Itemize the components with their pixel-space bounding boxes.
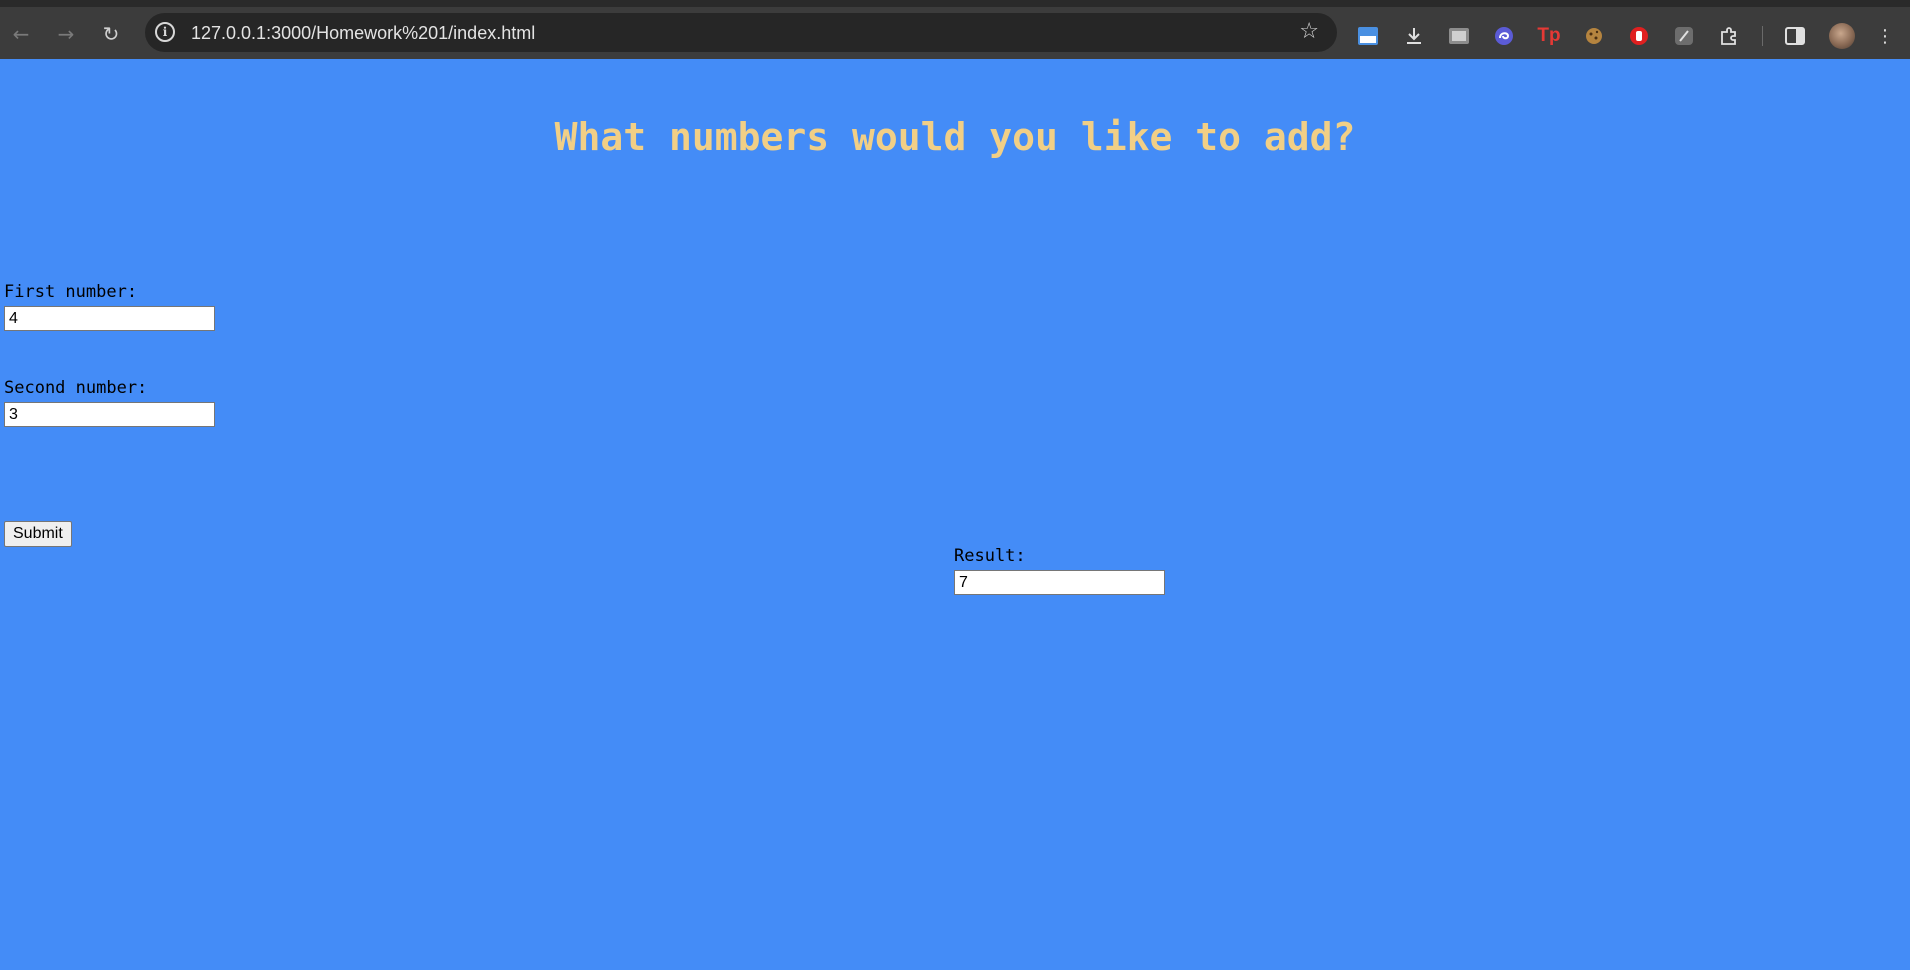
extension-image-button[interactable] bbox=[1446, 23, 1472, 49]
first-number-input[interactable] bbox=[4, 306, 215, 331]
star-icon[interactable]: ☆ bbox=[1299, 19, 1319, 44]
side-panel-icon bbox=[1785, 27, 1805, 45]
result-label: Result: bbox=[954, 546, 1026, 566]
arrow-forward-icon: → bbox=[57, 22, 75, 46]
reload-button[interactable]: ↻ bbox=[96, 19, 126, 49]
forward-button[interactable]: → bbox=[51, 19, 81, 49]
extension-swirl-icon bbox=[1495, 27, 1513, 45]
submit-button[interactable]: Submit bbox=[4, 521, 72, 547]
info-icon[interactable]: i bbox=[155, 22, 175, 42]
extension-tp-button[interactable]: Tp bbox=[1536, 23, 1562, 49]
url-text[interactable]: 127.0.0.1:3000/Homework%201/index.html bbox=[191, 23, 535, 44]
back-button[interactable]: ← bbox=[6, 19, 36, 49]
page-body: What numbers would you like to add? Firs… bbox=[0, 59, 1910, 970]
second-number-input[interactable] bbox=[4, 402, 215, 427]
address-bar[interactable]: i 127.0.0.1:3000/Homework%201/index.html… bbox=[145, 13, 1337, 52]
browser-toolbar: ← → ↻ i 127.0.0.1:3000/Homework%201/inde… bbox=[0, 0, 1910, 59]
extension-cookie-icon bbox=[1586, 28, 1602, 44]
toolbar-divider bbox=[1762, 26, 1763, 46]
side-panel-button[interactable] bbox=[1782, 23, 1808, 49]
result-output[interactable] bbox=[954, 570, 1165, 595]
reload-icon: ↻ bbox=[102, 22, 120, 46]
page-title: What numbers would you like to add? bbox=[554, 115, 1356, 159]
puzzle-icon bbox=[1721, 27, 1736, 45]
arrow-back-icon: ← bbox=[12, 22, 30, 46]
extension-app-icon bbox=[1358, 27, 1378, 45]
extension-app-button[interactable] bbox=[1355, 23, 1381, 49]
extension-tp-icon: Tp bbox=[1537, 25, 1561, 46]
extension-hand-icon bbox=[1630, 27, 1648, 45]
extension-image-icon bbox=[1449, 28, 1469, 44]
extensions-button[interactable] bbox=[1716, 23, 1742, 49]
extension-hand-button[interactable] bbox=[1626, 23, 1652, 49]
extension-feather-button[interactable] bbox=[1671, 23, 1697, 49]
extension-swirl-button[interactable] bbox=[1491, 23, 1517, 49]
first-number-label: First number: bbox=[4, 282, 138, 302]
downloads-button[interactable] bbox=[1401, 23, 1427, 49]
browser-menu-button[interactable]: ⋮ bbox=[1872, 23, 1898, 49]
download-icon bbox=[1407, 28, 1421, 44]
second-number-label: Second number: bbox=[4, 378, 148, 398]
extension-feather-icon bbox=[1675, 27, 1693, 45]
extension-cookie-button[interactable] bbox=[1581, 23, 1607, 49]
profile-avatar[interactable] bbox=[1829, 23, 1855, 49]
kebab-menu-icon: ⋮ bbox=[1876, 25, 1894, 47]
